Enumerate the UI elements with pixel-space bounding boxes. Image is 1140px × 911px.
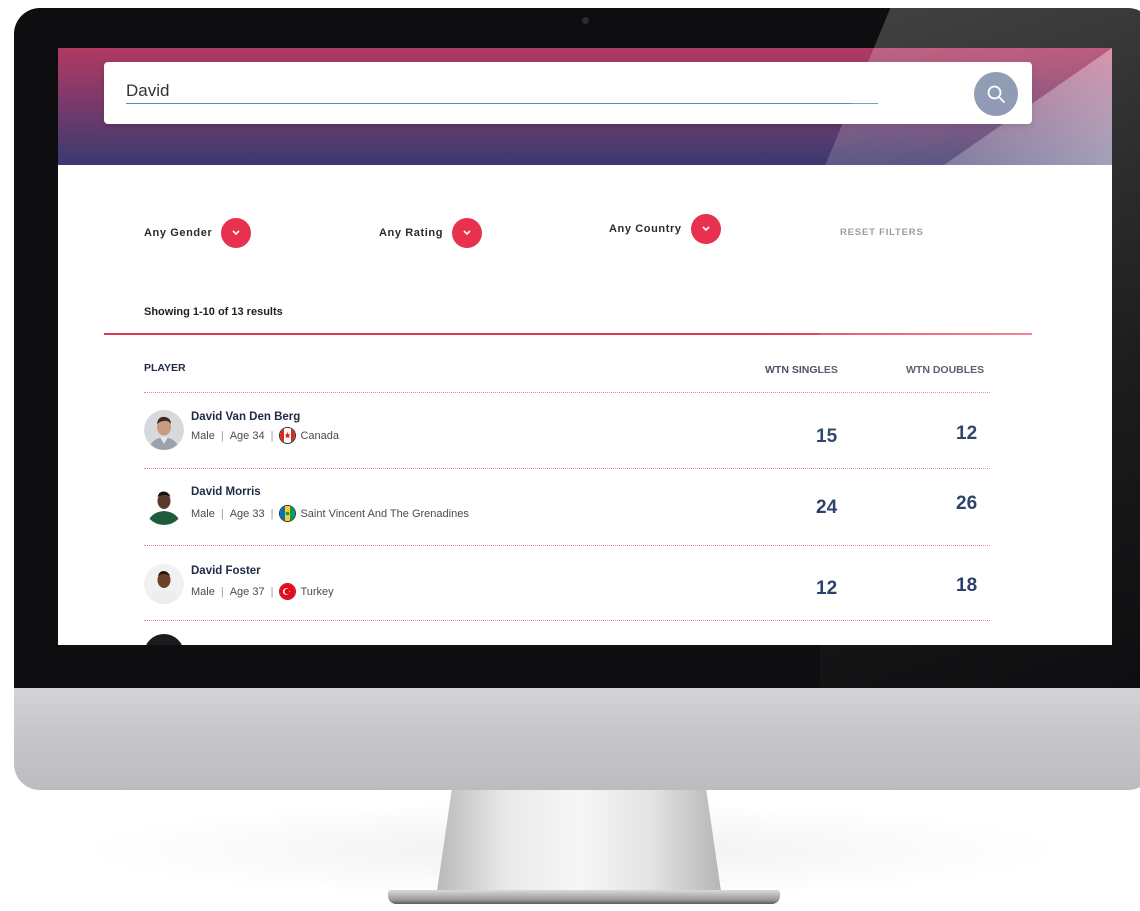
player-gender: Male xyxy=(191,585,215,598)
avatar xyxy=(144,485,184,525)
country-filter-label: Any Country xyxy=(609,223,682,235)
row-divider xyxy=(144,545,990,546)
monitor-stand xyxy=(436,780,722,898)
turkey-flag-icon xyxy=(279,583,297,600)
chevron-down-icon xyxy=(702,226,710,232)
gender-dropdown-button[interactable] xyxy=(221,218,252,248)
search-bar xyxy=(104,62,1032,124)
search-input[interactable] xyxy=(126,78,878,104)
player-meta: Male | Age 33 | Saint Vincent And The Gr… xyxy=(191,505,469,522)
player-gender: Male xyxy=(191,507,215,520)
player-meta: Male | Age 34 | Canada xyxy=(191,427,339,444)
player-age: Age 34 xyxy=(229,429,265,442)
player-country: Turkey xyxy=(300,585,334,598)
player-age: Age 33 xyxy=(229,507,265,520)
player-country: Saint Vincent And The Grenadines xyxy=(300,507,469,520)
separator: | xyxy=(220,585,224,598)
row-divider xyxy=(144,392,990,393)
row-divider xyxy=(144,620,990,621)
saint-vincent-flag-icon xyxy=(279,505,297,522)
avatar xyxy=(144,634,184,645)
rating-filter-label: Any Rating xyxy=(379,227,444,239)
canada-flag-icon xyxy=(279,427,297,444)
country-dropdown-button[interactable] xyxy=(690,214,721,244)
monitor-stand-base xyxy=(388,890,780,904)
separator: | xyxy=(220,507,224,520)
separator: | xyxy=(270,585,274,598)
row-divider xyxy=(144,468,990,469)
webcam xyxy=(582,17,589,24)
avatar xyxy=(144,564,184,604)
wtn-singles-value: 24 xyxy=(816,497,838,518)
separator: | xyxy=(270,429,274,442)
wtn-singles-value: 15 xyxy=(816,426,838,447)
avatar xyxy=(144,410,184,450)
results-summary: Showing 1-10 of 13 results xyxy=(144,306,283,318)
player-meta: Male | Age 37 | Turkey xyxy=(191,583,334,600)
rating-dropdown-button[interactable] xyxy=(452,218,483,248)
screen: Any Gender Any Rating Any Country RESET … xyxy=(58,48,1112,645)
country-filter[interactable]: Any Country xyxy=(609,214,721,244)
monitor-chin xyxy=(14,680,1140,790)
wtn-doubles-value: 18 xyxy=(956,575,978,596)
wtn-singles-value: 12 xyxy=(816,578,838,599)
rating-filter[interactable]: Any Rating xyxy=(379,218,483,248)
player-name[interactable]: David Van Den Berg xyxy=(191,411,300,423)
separator: | xyxy=(270,507,274,520)
table-row[interactable]: David Foster Male | Age 37 | Turkey 12 1… xyxy=(144,564,990,624)
player-age: Age 37 xyxy=(229,585,265,598)
search-button[interactable] xyxy=(974,72,1018,116)
player-name[interactable]: David Morris xyxy=(191,486,261,498)
column-header-player: PLAYER xyxy=(144,362,186,374)
wtn-doubles-value: 12 xyxy=(956,423,978,444)
separator: | xyxy=(220,429,224,442)
player-gender: Male xyxy=(191,429,215,442)
player-name[interactable]: David Foster xyxy=(191,565,261,577)
player-country: Canada xyxy=(300,429,339,442)
divider xyxy=(104,333,1032,335)
table-row[interactable]: David Van Den Berg Male | Age 34 | Canad… xyxy=(144,410,990,470)
chevron-down-icon xyxy=(232,230,240,236)
column-header-wtn-singles: WTN SINGLES xyxy=(765,364,838,376)
table-row[interactable]: David Morris Male | Age 33 | Saint Vince… xyxy=(144,485,990,545)
wtn-doubles-value: 26 xyxy=(956,493,978,514)
reset-filters-button[interactable]: RESET FILTERS xyxy=(840,227,924,238)
magnifier-icon xyxy=(987,85,1005,103)
chevron-down-icon xyxy=(463,230,471,236)
gender-filter-label: Any Gender xyxy=(144,227,213,239)
gender-filter[interactable]: Any Gender xyxy=(144,218,252,248)
column-header-wtn-doubles: WTN DOUBLES xyxy=(906,364,985,376)
